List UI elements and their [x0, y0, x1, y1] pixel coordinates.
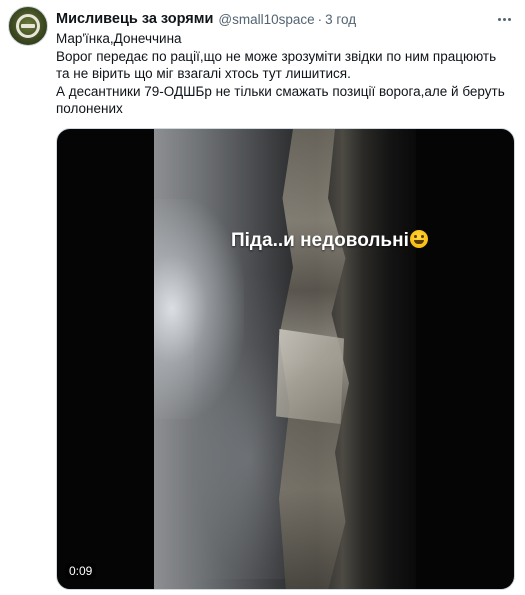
video-duration-badge: 0:09	[65, 563, 97, 579]
avatar-emblem-bar	[21, 24, 35, 28]
author-avatar[interactable]	[8, 6, 48, 46]
tweet-timestamp[interactable]: 3 год	[325, 12, 356, 27]
rolling-on-floor-laughing-icon	[409, 230, 428, 248]
more-dot	[502, 17, 506, 21]
header-separator: ·	[317, 11, 323, 27]
tweet-text-line: Ворог передає по рації,що не може зрозум…	[56, 48, 497, 82]
video-overlay-caption: Піда..и недовольні	[231, 230, 428, 252]
tweet-text-line: А десантники 79-ОДШБр не тільки смажать …	[56, 83, 505, 117]
video-frame	[154, 129, 416, 589]
tweet-text: Мар'їнка,Донеччина Ворог передає по раці…	[56, 30, 511, 118]
video-player[interactable]: Піда..и недовольні 0:09	[56, 128, 515, 590]
author-handle[interactable]: @small10space	[218, 12, 314, 27]
video-slab	[276, 329, 344, 424]
tweet-header: Мисливець за зорями @small10space · 3 го…	[56, 9, 495, 29]
author-name[interactable]: Мисливець за зорями	[56, 11, 213, 27]
more-options-icon[interactable]	[493, 8, 515, 30]
more-dot	[507, 17, 511, 21]
tweet-card: Мисливець за зорями @small10space · 3 го…	[0, 0, 525, 595]
more-dot	[497, 17, 501, 21]
tweet-text-line: Мар'їнка,Донеччина	[56, 31, 182, 46]
overlay-caption-text: Піда..и недовольні	[231, 230, 409, 251]
